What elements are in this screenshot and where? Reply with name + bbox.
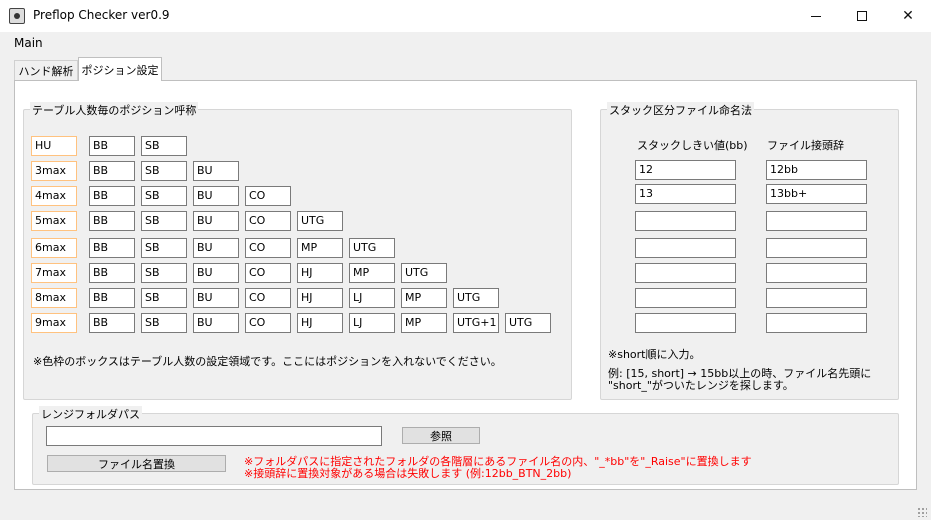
position-field[interactable]: MP	[401, 313, 447, 333]
position-field[interactable]: BB	[89, 211, 135, 231]
position-field[interactable]: CO	[245, 186, 291, 206]
position-field[interactable]: LJ	[349, 313, 395, 333]
status-strip	[0, 497, 931, 520]
position-field[interactable]: BB	[89, 161, 135, 181]
rename-files-button[interactable]: ファイル名置換	[47, 455, 226, 472]
file-prefix-field[interactable]: 13bb+	[766, 184, 867, 204]
position-field[interactable]: UTG	[453, 288, 499, 308]
menu-main[interactable]: Main	[14, 36, 43, 50]
position-field[interactable]: BU	[193, 186, 239, 206]
position-field[interactable]: CO	[245, 288, 291, 308]
position-field[interactable]: BU	[193, 238, 239, 258]
position-group-title: テーブル人数毎のポジション呼称	[30, 102, 199, 118]
position-field[interactable]: HJ	[297, 263, 343, 283]
threshold-column-header: スタックしきい値(bb)	[637, 139, 748, 152]
position-field[interactable]: BU	[193, 263, 239, 283]
position-field[interactable]: SB	[141, 313, 187, 333]
position-field[interactable]: HJ	[297, 313, 343, 333]
player-count-field[interactable]: 3max	[31, 161, 77, 181]
position-field[interactable]: BU	[193, 161, 239, 181]
minimize-icon	[811, 15, 821, 17]
close-icon: ✕	[902, 8, 914, 24]
maximize-button[interactable]	[839, 0, 885, 32]
file-prefix-field[interactable]	[766, 288, 867, 308]
player-count-field[interactable]: 5max	[31, 211, 77, 231]
position-note: ※色枠のボックスはテーブル人数の設定領域です。ここにはポジションを入れないでくだ…	[33, 355, 502, 368]
tab-hand-analysis[interactable]: ハンド解析	[14, 60, 78, 81]
position-field[interactable]: CO	[245, 313, 291, 333]
position-field[interactable]: SB	[141, 211, 187, 231]
stack-threshold-field[interactable]	[635, 238, 736, 258]
window-title: Preflop Checker ver0.9	[33, 8, 170, 22]
position-field[interactable]: MP	[401, 288, 447, 308]
position-field[interactable]: BB	[89, 238, 135, 258]
stack-threshold-field[interactable]: 12	[635, 160, 736, 180]
stack-note-order: ※short順に入力。	[608, 348, 701, 361]
position-field[interactable]: BU	[193, 211, 239, 231]
position-field[interactable]: SB	[141, 238, 187, 258]
position-field[interactable]: CO	[245, 211, 291, 231]
position-field[interactable]: BB	[89, 288, 135, 308]
position-field[interactable]: SB	[141, 288, 187, 308]
stack-threshold-field[interactable]: 13	[635, 184, 736, 204]
range-group-title: レンジフォルダパス	[39, 406, 142, 422]
browse-button[interactable]: 参照	[402, 427, 480, 444]
stack-threshold-field[interactable]	[635, 288, 736, 308]
position-field[interactable]: MP	[297, 238, 343, 258]
position-field[interactable]: UTG	[401, 263, 447, 283]
folder-path-input[interactable]	[46, 426, 382, 446]
position-field[interactable]: UTG+1	[453, 313, 499, 333]
player-count-field[interactable]: 4max	[31, 186, 77, 206]
position-field[interactable]: MP	[349, 263, 395, 283]
file-prefix-field[interactable]	[766, 238, 867, 258]
position-field[interactable]: SB	[141, 186, 187, 206]
position-field[interactable]: CO	[245, 238, 291, 258]
position-field[interactable]: HJ	[297, 288, 343, 308]
app-icon	[9, 8, 25, 24]
rename-warning-2: ※接頭辞に置換対象がある場合は失敗します (例:12bb_BTN_2bb)	[244, 467, 572, 480]
close-button[interactable]: ✕	[885, 0, 931, 32]
position-field[interactable]: SB	[141, 161, 187, 181]
position-field[interactable]: BB	[89, 313, 135, 333]
position-field[interactable]: BU	[193, 313, 239, 333]
prefix-column-header: ファイル接頭辞	[767, 139, 844, 152]
position-field[interactable]: UTG	[297, 211, 343, 231]
maximize-icon	[857, 11, 867, 21]
resize-grip-icon[interactable]	[917, 507, 927, 517]
stack-threshold-field[interactable]	[635, 211, 736, 231]
position-field[interactable]: UTG	[349, 238, 395, 258]
player-count-field[interactable]: 6max	[31, 238, 77, 258]
minimize-button[interactable]	[793, 0, 839, 32]
player-count-field[interactable]: HU	[31, 136, 77, 156]
stack-threshold-field[interactable]	[635, 313, 736, 333]
position-field[interactable]: CO	[245, 263, 291, 283]
stack-group-title: スタック区分ファイル命名法	[607, 102, 754, 118]
title-bar: Preflop Checker ver0.9 ✕	[0, 0, 931, 32]
file-prefix-field[interactable]: 12bb	[766, 160, 867, 180]
file-prefix-field[interactable]	[766, 313, 867, 333]
menu-bar: Main	[0, 32, 931, 54]
position-field[interactable]: BB	[89, 186, 135, 206]
position-field[interactable]: UTG	[505, 313, 551, 333]
position-field[interactable]: BU	[193, 288, 239, 308]
file-prefix-field[interactable]	[766, 211, 867, 231]
player-count-field[interactable]: 9max	[31, 313, 77, 333]
stack-threshold-field[interactable]	[635, 263, 736, 283]
position-field[interactable]: BB	[89, 263, 135, 283]
stack-note-example-2: "short_"がついたレンジを探します。	[608, 379, 794, 392]
file-prefix-field[interactable]	[766, 263, 867, 283]
tab-position-settings[interactable]: ポジション設定	[78, 57, 162, 81]
player-count-field[interactable]: 7max	[31, 263, 77, 283]
position-field[interactable]: BB	[89, 136, 135, 156]
position-field[interactable]: SB	[141, 136, 187, 156]
position-field[interactable]: LJ	[349, 288, 395, 308]
position-field[interactable]: SB	[141, 263, 187, 283]
player-count-field[interactable]: 8max	[31, 288, 77, 308]
